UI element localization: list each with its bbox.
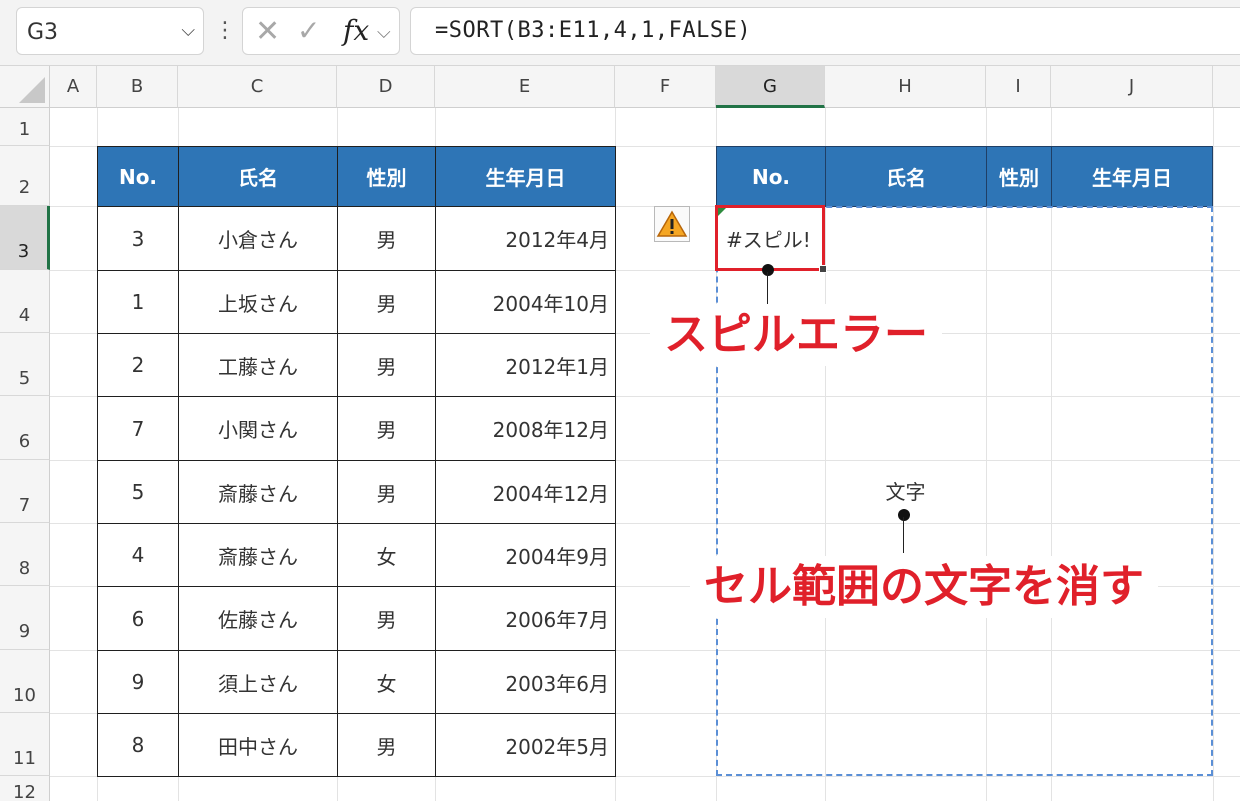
table-cell-no[interactable]: 8: [97, 713, 179, 777]
callout-line: [903, 517, 904, 553]
row-header-7[interactable]: 7: [0, 460, 50, 523]
chevron-down-icon[interactable]: ⌵: [181, 20, 195, 41]
table-cell-name[interactable]: 工藤さん: [178, 333, 338, 397]
table-cell-name[interactable]: 須上さん: [178, 650, 338, 714]
name-box[interactable]: G3 ⌵: [16, 7, 204, 55]
chevron-down-icon[interactable]: ⌵: [377, 22, 391, 43]
table-cell-gender[interactable]: 女: [337, 650, 436, 714]
column-header-b[interactable]: B: [97, 66, 178, 108]
table-cell-name[interactable]: 斎藤さん: [178, 460, 338, 524]
table-header-no[interactable]: No.: [97, 146, 179, 207]
table-cell-gender[interactable]: 男: [337, 586, 436, 651]
row-header-10[interactable]: 10: [0, 650, 50, 713]
table-cell-name[interactable]: 田中さん: [178, 713, 338, 777]
table-cell-gender[interactable]: 男: [337, 460, 436, 524]
blocking-text: 文字: [885, 479, 926, 504]
table-cell-name[interactable]: 佐藤さん: [178, 586, 338, 651]
table-header-gender[interactable]: 性別: [337, 146, 436, 207]
column-header-a[interactable]: A: [50, 66, 97, 108]
table-cell-gender[interactable]: 男: [337, 333, 436, 397]
select-all-button[interactable]: [0, 66, 50, 108]
table-cell-no[interactable]: 5: [97, 460, 179, 524]
column-header-c[interactable]: C: [178, 66, 337, 108]
spill-error-value: #スピル!: [726, 227, 811, 252]
column-header-e[interactable]: E: [435, 66, 615, 108]
table-cell-birth[interactable]: 2004年12月: [435, 460, 616, 524]
table-cell-birth[interactable]: 2006年7月: [435, 586, 616, 651]
more-options-icon[interactable]: ⋮: [214, 14, 236, 48]
table-cell-no[interactable]: 4: [97, 523, 179, 587]
column-header-j[interactable]: J: [1051, 66, 1213, 108]
row-header-1[interactable]: 1: [0, 108, 50, 146]
table-cell-name[interactable]: 上坂さん: [178, 270, 338, 334]
fill-handle[interactable]: [819, 265, 827, 273]
row-header-11[interactable]: 11: [0, 713, 50, 776]
table-cell-gender[interactable]: 男: [337, 713, 436, 777]
result-header-name[interactable]: 氏名: [825, 146, 987, 207]
spill-error-annotation: スピルエラー: [650, 304, 942, 366]
callout-line: [767, 272, 768, 308]
callout-dot: [898, 509, 910, 521]
table-cell-birth[interactable]: 2004年10月: [435, 270, 616, 334]
table-cell-name[interactable]: 小倉さん: [178, 206, 338, 271]
confirm-icon[interactable]: ✓: [297, 14, 320, 47]
table-cell-birth[interactable]: 2003年6月: [435, 650, 616, 714]
column-header-i[interactable]: I: [986, 66, 1051, 108]
table-cell-gender[interactable]: 男: [337, 270, 436, 334]
formula-input[interactable]: =SORT(B3:E11,4,1,FALSE): [410, 7, 1240, 55]
insert-function-icon[interactable]: fx: [343, 14, 369, 47]
row-header-6[interactable]: 6: [0, 396, 50, 460]
table-cell-birth[interactable]: 2004年9月: [435, 523, 616, 587]
result-header-birth[interactable]: 生年月日: [1051, 146, 1213, 207]
table-header-name[interactable]: 氏名: [178, 146, 338, 207]
name-box-value: G3: [27, 20, 59, 45]
column-header-k[interactable]: [1213, 66, 1240, 108]
table-cell-no[interactable]: 1: [97, 270, 179, 334]
callout-dot: [762, 264, 774, 276]
column-header-g[interactable]: G: [716, 66, 825, 108]
table-cell-no[interactable]: 7: [97, 396, 179, 461]
table-cell-no[interactable]: 2: [97, 333, 179, 397]
formula-bar: G3 ⌵ ⋮ ✕ ✓ fx ⌵ =SORT(B3:E11,4,1,FALSE): [0, 0, 1240, 66]
table-cell-no[interactable]: 9: [97, 650, 179, 714]
row-header-9[interactable]: 9: [0, 586, 50, 650]
row-header-3[interactable]: 3: [0, 206, 50, 270]
row-header-5[interactable]: 5: [0, 333, 50, 396]
table-cell-no[interactable]: 6: [97, 586, 179, 651]
clear-text-annotation: セル範囲の文字を消す: [690, 556, 1158, 618]
table-cell-birth[interactable]: 2012年1月: [435, 333, 616, 397]
table-cell-birth[interactable]: 2002年5月: [435, 713, 616, 777]
table-cell-name[interactable]: 斎藤さん: [178, 523, 338, 587]
table-cell-gender[interactable]: 女: [337, 523, 436, 587]
row-header-2[interactable]: 2: [0, 146, 50, 206]
table-cell-birth[interactable]: 2008年12月: [435, 396, 616, 461]
result-header-no[interactable]: No.: [716, 146, 826, 207]
table-cell-gender[interactable]: 男: [337, 396, 436, 461]
column-header-h[interactable]: H: [825, 66, 986, 108]
formula-controls: ✕ ✓ fx ⌵: [242, 7, 400, 55]
column-header-f[interactable]: F: [615, 66, 716, 108]
row-header-12[interactable]: 12: [0, 776, 50, 803]
table-header-birth[interactable]: 生年月日: [435, 146, 616, 207]
cancel-icon[interactable]: ✕: [255, 14, 280, 49]
row-header-4[interactable]: 4: [0, 270, 50, 333]
table-cell-no[interactable]: 3: [97, 206, 179, 271]
warning-icon[interactable]: [654, 206, 690, 242]
table-cell-gender[interactable]: 男: [337, 206, 436, 271]
column-header-d[interactable]: D: [337, 66, 435, 108]
table-cell-birth[interactable]: 2012年4月: [435, 206, 616, 271]
result-header-gender[interactable]: 性別: [986, 146, 1052, 207]
spill-error-cell[interactable]: #スピル!: [715, 205, 825, 271]
row-header-8[interactable]: 8: [0, 523, 50, 586]
table-cell-name[interactable]: 小関さん: [178, 396, 338, 461]
